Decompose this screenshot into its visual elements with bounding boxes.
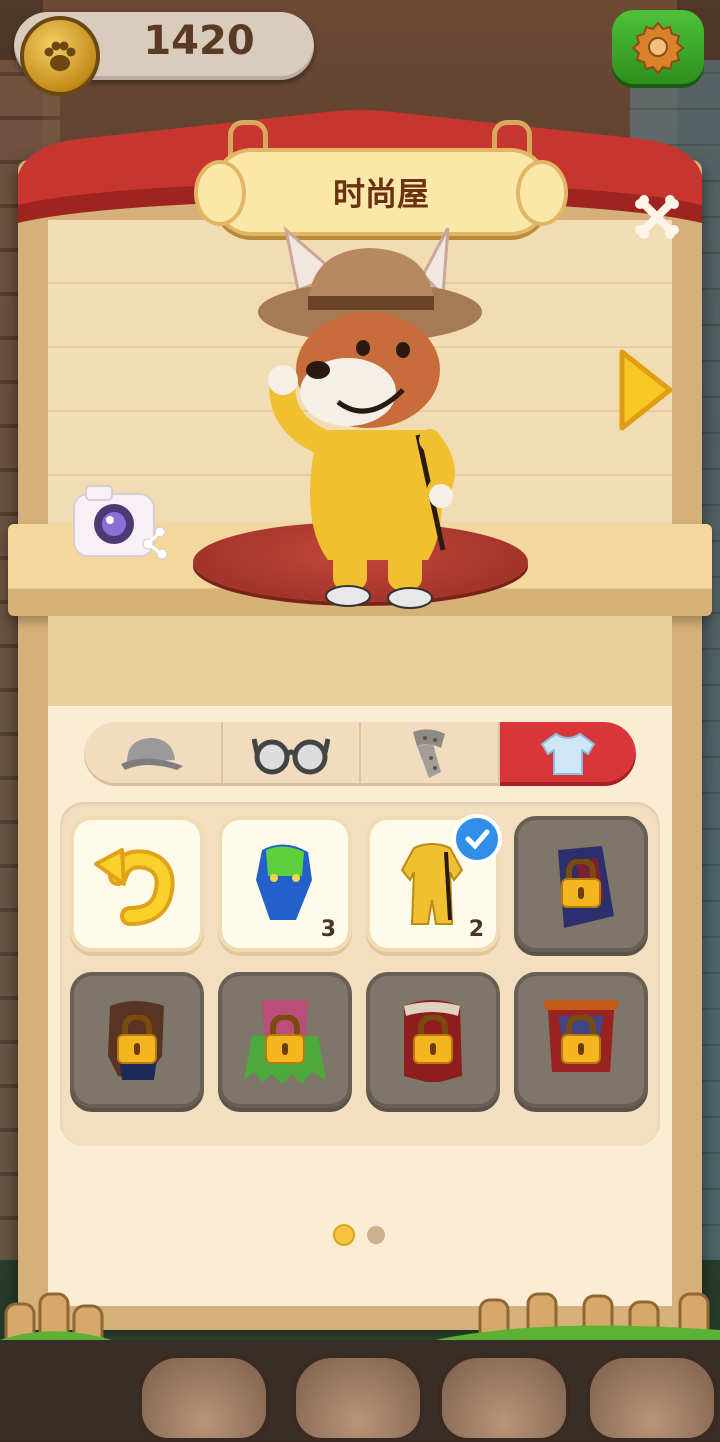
page-dot-active[interactable] xyxy=(335,1226,353,1244)
glasses-icon xyxy=(251,738,330,775)
wardrobe-area: 3 2 xyxy=(48,706,672,1306)
item-slot-reset[interactable] xyxy=(70,816,204,952)
settings-button[interactable] xyxy=(612,10,704,84)
crossed-bones-close-icon xyxy=(635,195,679,239)
item-slot-brown-outfit[interactable] xyxy=(70,972,204,1108)
dock-item-globe[interactable] xyxy=(138,1354,270,1442)
dog-character[interactable] xyxy=(238,220,498,620)
lock-icon xyxy=(561,1015,601,1064)
cap-icon xyxy=(121,738,184,770)
tab-hats[interactable] xyxy=(84,722,223,786)
fashion-house-panel: 时尚屋 3 2 xyxy=(8,110,712,1330)
page-title: 时尚屋 xyxy=(332,175,429,213)
shelf-front xyxy=(48,616,672,712)
gear-icon xyxy=(631,21,685,75)
item-slot-yellow-jumpsuit[interactable]: 2 xyxy=(366,814,502,952)
tab-glasses[interactable] xyxy=(223,722,361,786)
dock-item-book[interactable] xyxy=(438,1354,570,1442)
lock-icon xyxy=(265,1015,305,1064)
close-button[interactable] xyxy=(630,190,684,244)
item-slot-blue-overalls[interactable]: 3 xyxy=(218,816,352,952)
item-slot-dark-costume[interactable] xyxy=(514,816,648,952)
paw-coin-icon xyxy=(20,16,100,96)
tab-scarves[interactable] xyxy=(361,722,500,786)
lock-icon xyxy=(413,1015,453,1064)
selected-check-icon xyxy=(452,814,502,864)
bottom-dock xyxy=(0,1340,720,1442)
scarf-icon xyxy=(413,729,446,778)
category-tabs xyxy=(84,722,636,786)
item-slot-red-jacket[interactable] xyxy=(514,972,648,1108)
tshirt-icon xyxy=(540,732,596,775)
undo-arrow-icon xyxy=(94,848,175,926)
dock-item-device[interactable] xyxy=(586,1354,718,1442)
coin-counter: 1420 xyxy=(14,12,314,96)
lock-icon xyxy=(117,1015,157,1064)
camera-share-icon xyxy=(73,485,168,560)
camera-share-button[interactable] xyxy=(70,480,174,564)
page-indicator xyxy=(60,1226,660,1244)
coin-value: 1420 xyxy=(143,18,255,64)
item-count: 2 xyxy=(468,917,484,942)
item-slot-grass-skirt[interactable] xyxy=(218,972,352,1108)
tab-clothes[interactable] xyxy=(499,722,636,786)
page-dot[interactable] xyxy=(367,1226,385,1244)
next-arrow-button[interactable] xyxy=(616,346,676,434)
item-slot-red-coat[interactable] xyxy=(366,972,500,1108)
item-count: 3 xyxy=(320,917,336,942)
dock-item-box[interactable] xyxy=(292,1354,424,1442)
lock-icon xyxy=(561,859,601,908)
item-grid: 3 2 xyxy=(60,802,660,1244)
